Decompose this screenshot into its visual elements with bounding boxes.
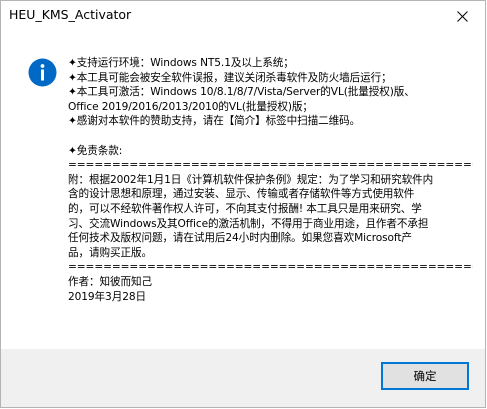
- message-line: ✦本工具可激活：Windows 10/8.1/8/7/Vista/Server的…: [68, 86, 415, 99]
- message-separator: ========================================…: [68, 261, 473, 274]
- message-author: 作者：知彼而知己: [68, 275, 152, 288]
- title-bar: HEU_KMS_Activator: [1, 1, 485, 31]
- message-line: ✦本工具可能会被安全软件误报，建议关闭杀毒软件及防火墙后运行；: [68, 71, 392, 84]
- close-icon: [456, 10, 468, 22]
- window-title: HEU_KMS_Activator: [9, 7, 132, 22]
- message-line: 附：根据2002年1月1日《计算机软件保护条例》规定：为了学习和研究软件内: [68, 173, 434, 186]
- message-line: 品，请购买正版。: [68, 246, 152, 259]
- ok-button[interactable]: 确定: [381, 362, 469, 390]
- message-line: 习、交流Windows及其Office的激活机制，不得用于商业用途，且作者不承担: [68, 217, 429, 230]
- message-text: ✦支持运行环境：Windows NT5.1及以上系统； ✦本工具可能会被安全软件…: [68, 56, 473, 304]
- message-line: ✦免责条款:: [68, 144, 123, 157]
- close-button[interactable]: [439, 1, 485, 31]
- message-line: ✦支持运行环境：Windows NT5.1及以上系统；: [68, 57, 294, 69]
- message-line: Office 2019/2016/2013/2010的VL(批量授权)版；: [68, 100, 313, 113]
- message-dialog: HEU_KMS_Activator ✦支持运行环境：Windows NT5.1及…: [0, 0, 486, 408]
- info-icon: [28, 58, 57, 87]
- message-separator: ========================================…: [68, 159, 473, 172]
- message-date: 2019年3月28日: [68, 290, 146, 303]
- message-line: 任何技术及版权问题，请在试用后24小时内删除。如果您喜欢Microsoft产: [68, 232, 412, 245]
- dialog-content: ✦支持运行环境：Windows NT5.1及以上系统； ✦本工具可能会被安全软件…: [1, 31, 485, 351]
- message-line: ✦感谢对本软件的赞助支持，请在【简介】标签中扫描二维码。: [68, 115, 361, 128]
- message-line: 含的设计思想和原理，通过安装、显示、传输或者存储软件等方式使用软件: [68, 188, 415, 201]
- dialog-footer: 确定: [1, 349, 485, 407]
- message-line: 的，可以不经软件著作权人许可，不向其支付报酬! 本工具只是用来研究、学: [68, 202, 422, 215]
